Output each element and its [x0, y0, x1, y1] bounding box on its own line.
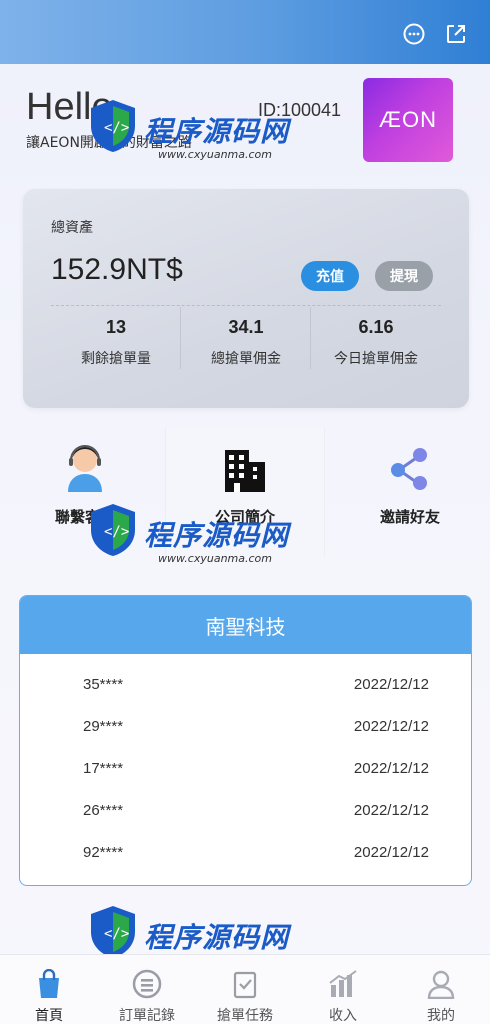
stat-label: 今日搶單佣金	[334, 351, 418, 367]
record-date: 2022/12/12	[353, 676, 429, 693]
shield-icon: </>	[91, 906, 135, 958]
bar-chart-icon	[329, 970, 357, 997]
tab-label: 搶單任務	[217, 1008, 273, 1024]
company-title: 南聖科技	[20, 596, 471, 654]
list-item: 35**** 2022/12/12	[20, 676, 471, 718]
tab-label: 收入	[329, 1008, 357, 1024]
quick-link-label: 公司簡介	[214, 508, 275, 526]
record-date: 2022/12/12	[353, 844, 429, 861]
stat-label: 剩餘搶單量	[81, 351, 151, 367]
tab-grab-tasks[interactable]: 搶單任務	[196, 955, 294, 1024]
hero-section: Hello 讓AEON開啟你的財富之路 ID:100041 ÆON	[0, 64, 490, 194]
tab-mine[interactable]: 我的	[392, 955, 490, 1024]
asset-card: 總資產 152.9NT$ 充值 提現 13 剩餘搶單量 34.1 總搶單佣金 6…	[23, 189, 469, 408]
asset-label: 總資產	[51, 220, 93, 236]
building-icon	[225, 450, 265, 492]
tab-label: 我的	[427, 1008, 455, 1024]
withdraw-button[interactable]: 提現	[375, 261, 433, 291]
record-date: 2022/12/12	[353, 760, 429, 777]
record-date: 2022/12/12	[353, 718, 429, 735]
stat-total-commission: 34.1 總搶單佣金	[181, 313, 311, 368]
stat-remaining-orders: 13 剩餘搶單量	[51, 313, 181, 368]
greeting: Hello	[26, 86, 113, 128]
quick-link-label: 邀請好友	[379, 508, 440, 526]
company-records-card: 南聖科技 35**** 2022/12/12 29**** 2022/12/12…	[19, 595, 472, 886]
brand-logo: ÆON	[363, 78, 453, 162]
shopping-bag-icon	[39, 969, 59, 998]
tab-label: 首頁	[35, 1008, 63, 1024]
asset-value: 152.9NT$	[51, 253, 183, 286]
stat-value: 6.16	[358, 317, 394, 337]
record-user: 92****	[83, 844, 124, 861]
list-item: 29**** 2022/12/12	[20, 718, 471, 760]
tab-order-records[interactable]: 訂單記錄	[98, 955, 196, 1024]
tab-income[interactable]: 收入	[294, 955, 392, 1024]
quick-link-invite-friends[interactable]: 邀請好友	[330, 428, 490, 556]
record-user: 26****	[83, 802, 124, 819]
quick-link-customer-service[interactable]: 聯繫客服	[5, 428, 165, 556]
top-bar	[0, 0, 490, 64]
stat-label: 總搶單佣金	[211, 351, 281, 367]
tab-label: 訂單記錄	[119, 1008, 175, 1024]
share-nodes-icon	[391, 448, 427, 490]
slogan: 讓AEON開啟你的財富之路	[26, 135, 192, 151]
external-link-icon[interactable]	[444, 22, 468, 46]
bottom-tab-bar: 首頁 訂單記錄 搶單任務 收入 我的	[0, 954, 490, 1024]
user-id: ID:100041	[258, 100, 342, 120]
user-icon	[427, 970, 455, 999]
quick-link-label: 聯繫客服	[54, 508, 115, 526]
record-user: 29****	[83, 718, 124, 735]
record-user: 35****	[83, 676, 124, 693]
customer-service-icon	[68, 445, 102, 492]
task-icon	[233, 971, 257, 999]
record-user: 17****	[83, 760, 124, 777]
stat-value: 34.1	[228, 317, 264, 337]
list-item: 92**** 2022/12/12	[20, 844, 471, 885]
tab-home[interactable]: 首頁	[0, 955, 98, 1024]
stat-value: 13	[105, 317, 127, 337]
list-item: 26**** 2022/12/12	[20, 802, 471, 844]
svg-text:</>: </>	[104, 926, 129, 942]
record-list: 35**** 2022/12/12 29**** 2022/12/12 17**…	[20, 654, 471, 885]
list-circle-icon	[132, 969, 162, 999]
quick-link-company-intro[interactable]: 公司簡介	[165, 428, 325, 556]
list-item: 17**** 2022/12/12	[20, 760, 471, 802]
brand-logo-text: ÆON	[379, 107, 437, 132]
stat-today-commission: 6.16 今日搶單佣金	[311, 313, 441, 368]
deposit-button[interactable]: 充值	[301, 261, 359, 291]
divider	[51, 305, 441, 306]
chat-bubble-icon[interactable]	[402, 22, 426, 46]
record-date: 2022/12/12	[353, 802, 429, 819]
watermark-text: 程序源码网	[144, 921, 290, 954]
